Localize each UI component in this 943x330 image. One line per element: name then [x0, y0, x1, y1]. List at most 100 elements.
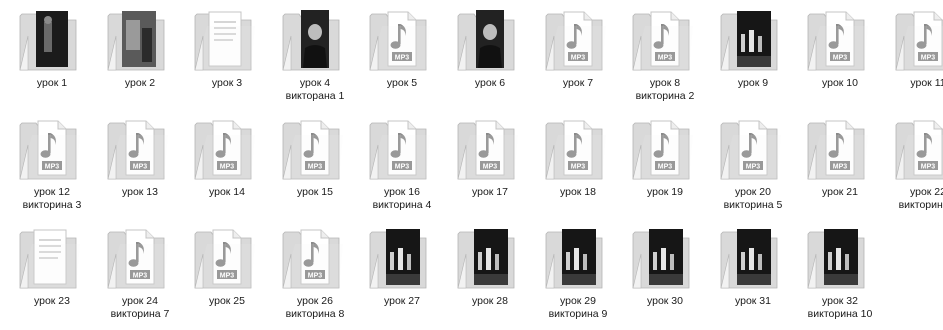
folder-name: урок 15 [296, 186, 333, 198]
mp3-badge-text: MP3 [746, 163, 761, 170]
folder-label: урок 2 [94, 77, 186, 90]
mp3-badge-text: MP3 [133, 163, 148, 170]
folder-item[interactable]: MP3 урок 24 викторина 7 [100, 226, 180, 330]
folder-name: урок 1 [36, 77, 68, 89]
mp3-badge-text: MP3 [921, 54, 936, 61]
folder-name-line2: викторина 7 [110, 308, 170, 320]
folder-item[interactable]: MP3 урок 13 [100, 117, 180, 221]
folder-item[interactable]: урок 27 [362, 226, 442, 330]
folder-item[interactable]: MP3 урок 25 [187, 226, 267, 330]
folder-name: урок 20 [734, 186, 771, 198]
folder-item[interactable]: MP3 урок 21 [800, 117, 880, 221]
folder-label: урок 16 викторина 4 [356, 186, 448, 212]
folder-item[interactable]: урок 30 [625, 226, 705, 330]
folder-item[interactable]: MP3 урок 20 викторина 5 [713, 117, 793, 221]
folder-name: урок 13 [121, 186, 158, 198]
mp3-badge-text: MP3 [308, 163, 323, 170]
folder-label: урок 32 викторина 10 [794, 295, 886, 321]
mp3-badge-text: MP3 [833, 163, 848, 170]
folder-item[interactable]: MP3 урок 8 викторина 2 [625, 8, 705, 112]
folder-label: урок 24 викторина 7 [94, 295, 186, 321]
folder-item[interactable]: урок 1 [12, 8, 92, 112]
folder-name: урок 5 [386, 77, 418, 89]
mp3-badge-text: MP3 [220, 272, 235, 279]
folder-label: урок 26 викторина 8 [269, 295, 361, 321]
folder-item[interactable]: MP3 урок 11 [888, 8, 943, 112]
folder-item[interactable]: урок 9 [713, 8, 793, 112]
folder-name: урок 12 [33, 186, 70, 198]
folder-label: урок 19 [619, 186, 711, 199]
folder-item[interactable]: урок 2 [100, 8, 180, 112]
folder-name-line2: викторина 4 [372, 199, 432, 211]
folder-name: урок 28 [471, 295, 508, 307]
folder-item[interactable]: урок 28 [450, 226, 530, 330]
folder-label: урок 29 викторина 9 [532, 295, 624, 321]
mp3-badge-text: MP3 [658, 54, 673, 61]
mp3-badge-text: MP3 [921, 163, 936, 170]
folder-label: урок 8 викторина 2 [619, 77, 711, 103]
folder-label: урок 9 [707, 77, 799, 90]
folder-item[interactable]: урок 31 [713, 226, 793, 330]
folder-label: урок 31 [707, 295, 799, 308]
folder-label: урок 12 викторина 3 [6, 186, 98, 212]
folder-name: урок 30 [646, 295, 683, 307]
folder-name: урок 25 [208, 295, 245, 307]
folder-label: урок 4 викторана 1 [269, 77, 361, 103]
folder-item[interactable]: MP3 урок 14 [187, 117, 267, 221]
folder-name: урок 4 [299, 77, 331, 89]
folder-item[interactable]: MP3 урок 10 [800, 8, 880, 112]
folder-name: урок 24 [121, 295, 158, 307]
folder-label: урок 25 [181, 295, 273, 308]
folder-name: урок 9 [737, 77, 769, 89]
folder-label: урок 14 [181, 186, 273, 199]
folder-item[interactable]: MP3 урок 15 [275, 117, 355, 221]
mp3-badge-text: MP3 [833, 54, 848, 61]
folder-label: урок 15 [269, 186, 361, 199]
folder-item[interactable]: MP3 урок 16 викторина 4 [362, 117, 442, 221]
folder-item[interactable]: урок 3 [187, 8, 267, 112]
folder-item[interactable]: урок 32 викторина 10 [800, 226, 880, 330]
mp3-badge-text: MP3 [220, 163, 235, 170]
folder-label: урок 17 [444, 186, 536, 199]
folder-name: урок 14 [208, 186, 245, 198]
folder-item[interactable]: урок 4 викторана 1 [275, 8, 355, 112]
folder-label: урок 5 [356, 77, 448, 90]
folder-item[interactable]: урок 6 [450, 8, 530, 112]
folder-name: урок 18 [559, 186, 596, 198]
folder-name: урок 19 [646, 186, 683, 198]
folder-item[interactable]: урок 29 викторина 9 [538, 226, 618, 330]
mp3-badge-text: MP3 [395, 163, 410, 170]
folder-name-line2: викторина 10 [807, 308, 873, 320]
folder-name: урок 29 [559, 295, 596, 307]
folder-item[interactable]: урок 23 [12, 226, 92, 330]
mp3-badge-text: MP3 [658, 163, 673, 170]
folder-item[interactable]: MP3 урок 19 [625, 117, 705, 221]
folder-item[interactable]: MP3 урок 12 викторина 3 [12, 117, 92, 221]
folder-item[interactable]: MP3 урок 17 [450, 117, 530, 221]
mp3-badge-text: MP3 [45, 163, 60, 170]
folder-item[interactable]: MP3 урок 26 викторина 8 [275, 226, 355, 330]
folder-label: урок 11 [882, 77, 943, 90]
folder-label: урок 13 [94, 186, 186, 199]
folder-item[interactable]: MP3 урок 22викторина 6 [888, 117, 943, 221]
folder-item[interactable]: MP3 урок 5 [362, 8, 442, 112]
folder-name: урок 3 [211, 77, 243, 89]
folder-name: урок 6 [474, 77, 506, 89]
folder-label: урок 18 [532, 186, 624, 199]
mp3-badge-text: MP3 [395, 54, 410, 61]
folder-label: урок 20 викторина 5 [707, 186, 799, 212]
folder-label: урок 30 [619, 295, 711, 308]
folder-label: урок 6 [444, 77, 536, 90]
folder-name: урок 7 [562, 77, 594, 89]
folder-item[interactable]: MP3 урок 7 [538, 8, 618, 112]
folder-name: урок 10 [821, 77, 858, 89]
folder-name-line2: викторина 3 [22, 199, 82, 211]
mp3-badge-text: MP3 [571, 54, 586, 61]
folder-item[interactable]: MP3 урок 18 [538, 117, 618, 221]
folder-label: урок 1 [6, 77, 98, 90]
folder-label: урок 7 [532, 77, 624, 90]
folder-name-line2: викторана 1 [285, 90, 345, 102]
folder-label: урок 22викторина 6 [882, 186, 943, 212]
folder-name: урок 32 [821, 295, 858, 307]
folder-name-line2: викторина 2 [635, 90, 695, 102]
